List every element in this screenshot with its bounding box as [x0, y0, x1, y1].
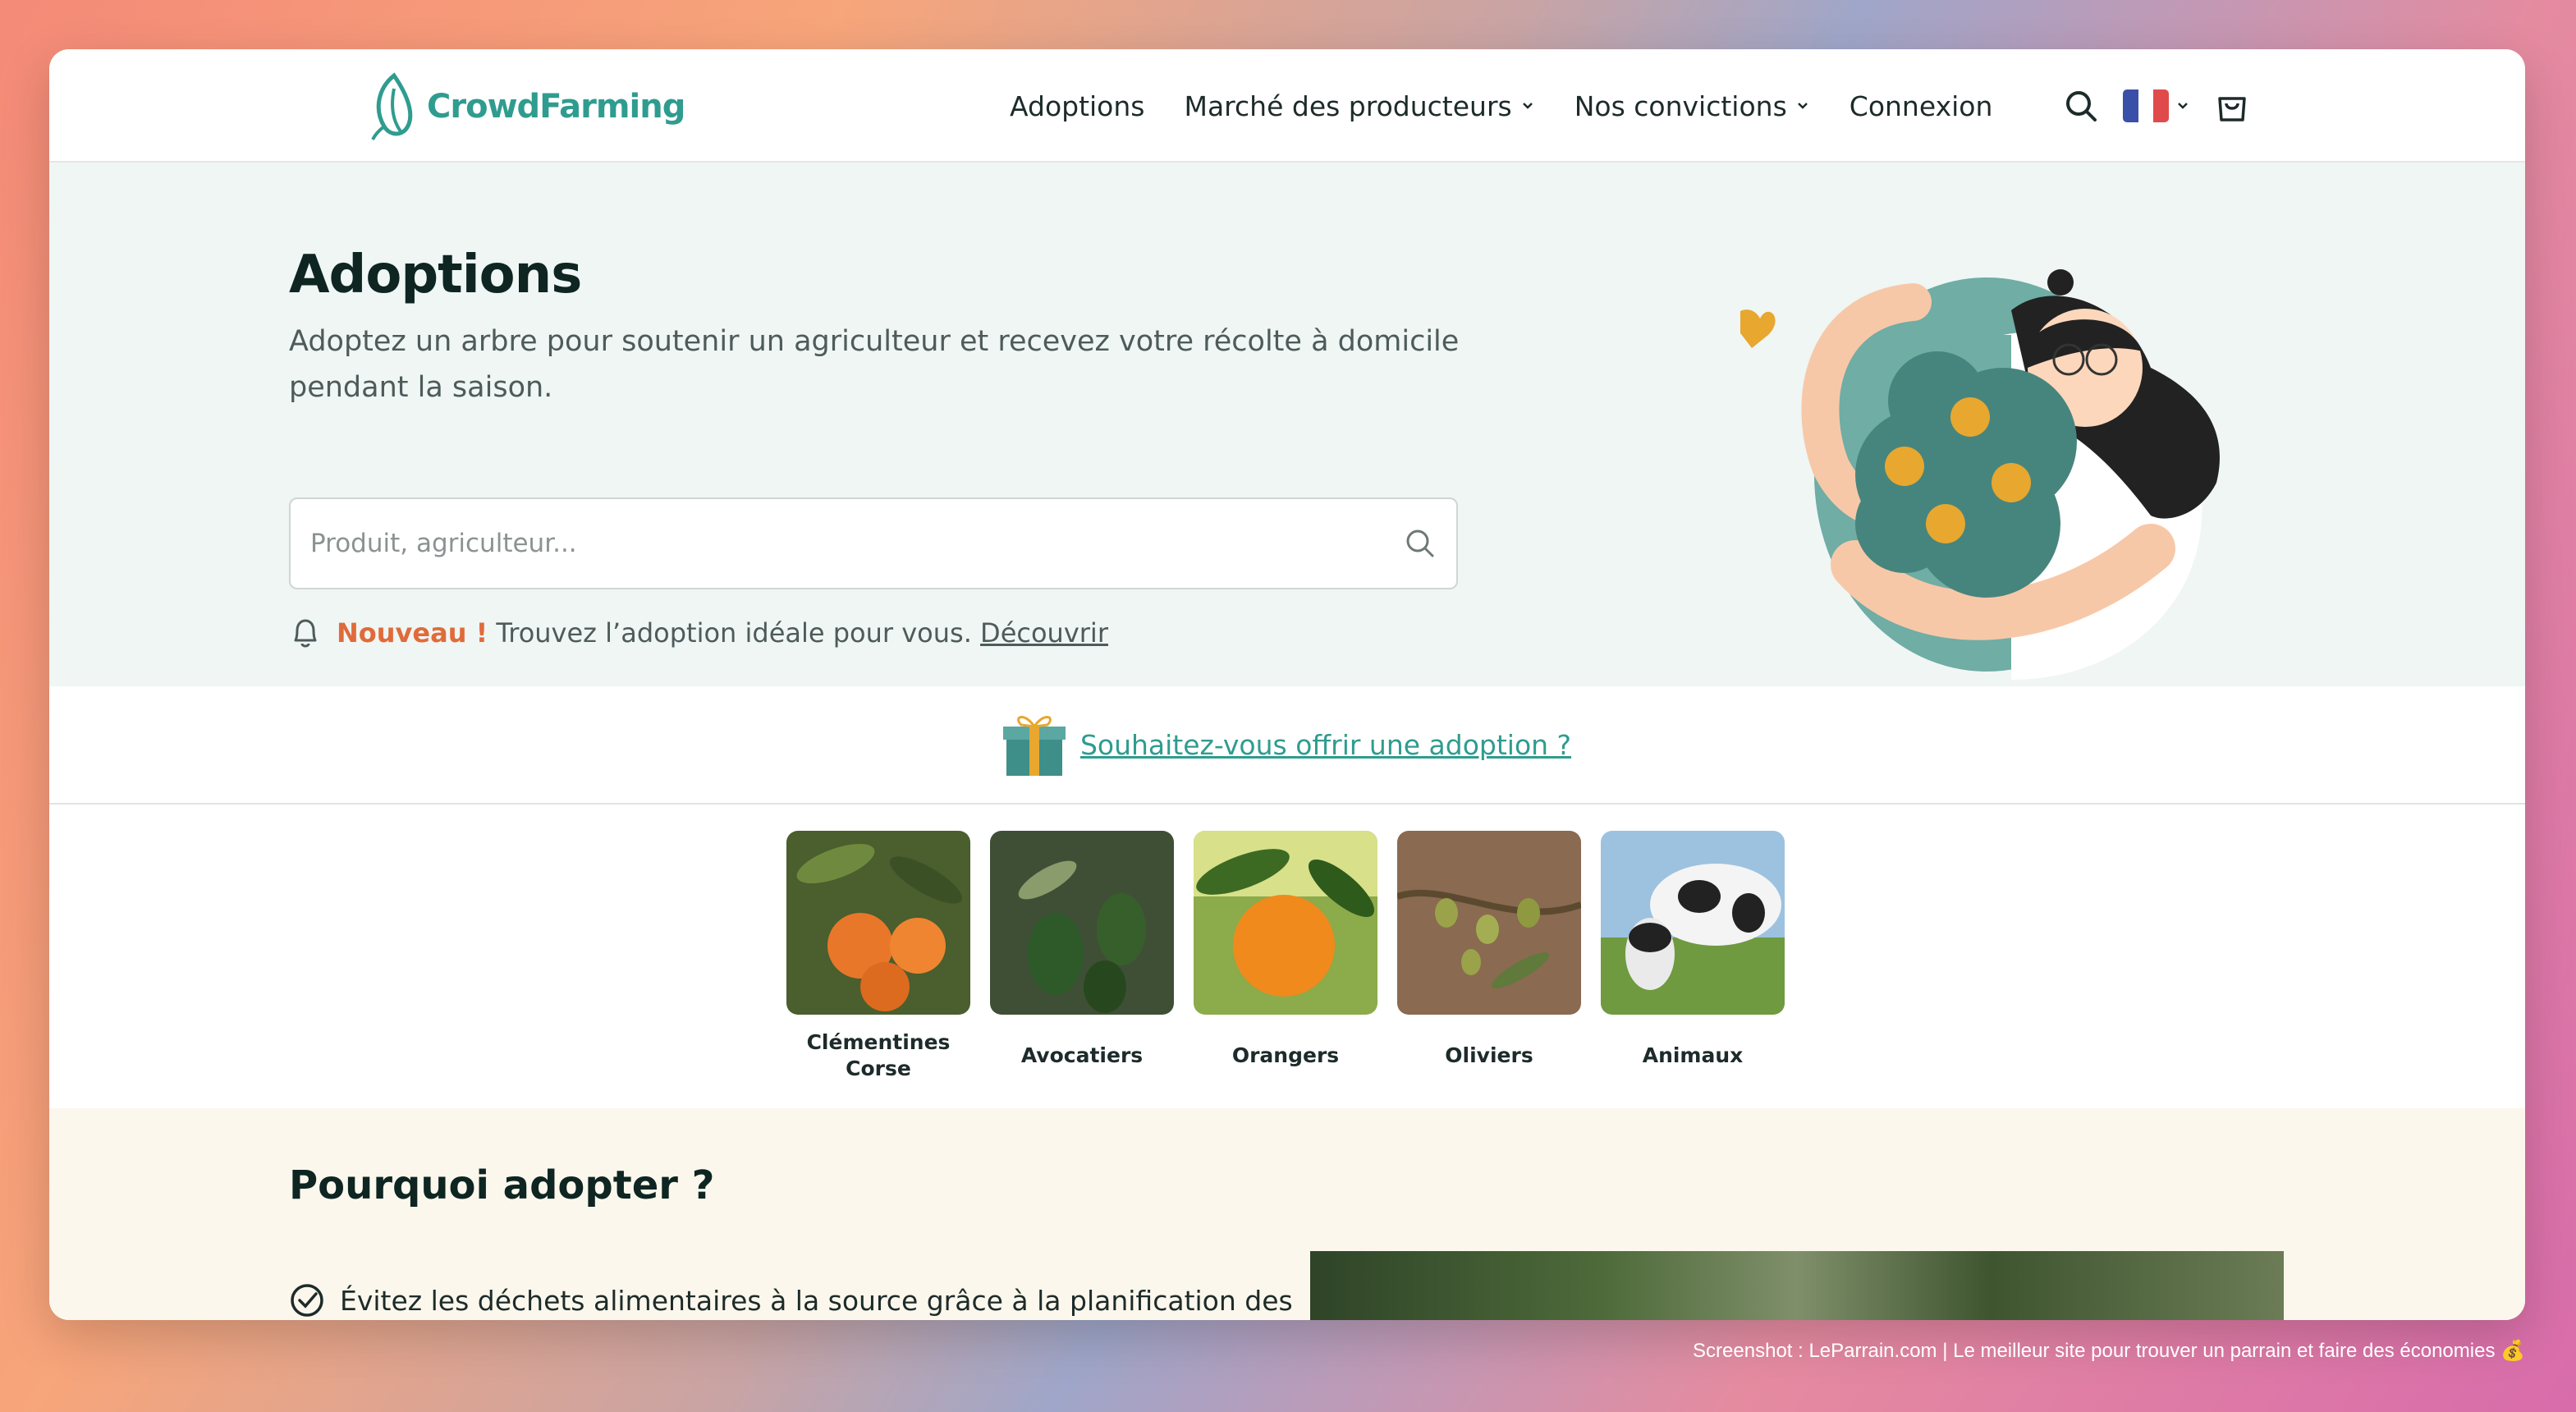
category-list: Clémentines Corse Avocatiers Orangers Ol…	[786, 831, 1785, 1082]
category-clementines[interactable]: Clémentines Corse	[786, 831, 970, 1082]
browser-window: CrowdFarming Adoptions Marché des produc…	[49, 49, 2525, 1320]
category-label: Orangers	[1231, 1043, 1340, 1067]
oranges-image	[1194, 831, 1377, 1015]
benefit-item: Évitez les déchets alimentaires à la sou…	[289, 1282, 1293, 1318]
discover-link[interactable]: Découvrir	[980, 617, 1108, 649]
nav-adoptions[interactable]: Adoptions	[1010, 90, 1144, 122]
screenshot-credit: Screenshot : LeParrain.com | Le meilleur…	[1693, 1340, 2525, 1362]
flag-fr-icon	[2123, 89, 2169, 122]
benefit-text: Évitez les déchets alimentaires à la sou…	[340, 1284, 1293, 1317]
nav-label: Marché des producteurs	[1184, 89, 1512, 122]
woman-hugging-tree-illustration	[1740, 269, 2220, 680]
leaf-logo-icon	[371, 72, 413, 140]
new-badge: Nouveau !	[337, 617, 488, 649]
logo[interactable]: CrowdFarming	[369, 69, 685, 144]
farm-photo	[1310, 1251, 2284, 1320]
new-feature-notice: Nouveau ! Trouvez l’adoption idéale pour…	[289, 616, 1108, 650]
category-label: Clémentines Corse	[806, 1030, 951, 1080]
section-title: Pourquoi adopter ?	[289, 1162, 715, 1208]
search-box	[289, 497, 1458, 589]
gift-icon	[1002, 716, 1066, 776]
chevron-down-icon	[1522, 103, 1533, 109]
bell-icon	[294, 619, 317, 648]
category-avocatiers[interactable]: Avocatiers	[990, 831, 1174, 1082]
why-adopt-section: Pourquoi adopter ? Évitez les déchets al…	[49, 1108, 2525, 1320]
notice-text: Trouvez l’adoption idéale pour vous.	[496, 617, 972, 649]
chevron-down-icon	[1797, 103, 1808, 109]
category-animaux[interactable]: Animaux	[1601, 831, 1785, 1082]
category-orangers[interactable]: Orangers	[1194, 831, 1377, 1082]
site-header: CrowdFarming Adoptions Marché des produc…	[49, 49, 2525, 163]
category-label: Oliviers	[1445, 1043, 1533, 1067]
clementines-image	[786, 831, 970, 1015]
nav-marche-producteurs[interactable]: Marché des producteurs	[1184, 90, 1534, 122]
avocados-image	[990, 831, 1174, 1015]
nav-label: Nos convictions	[1574, 89, 1787, 122]
nav-nos-convictions[interactable]: Nos convictions	[1574, 90, 1810, 122]
category-oliviers[interactable]: Oliviers	[1397, 831, 1581, 1082]
hero-section: Adoptions Adoptez un arbre pour soutenir…	[49, 163, 2525, 686]
hero-subtitle: Adoptez un arbre pour soutenir un agricu…	[289, 325, 1460, 404]
check-circle-icon	[291, 1284, 323, 1317]
chevron-down-icon	[2178, 103, 2188, 109]
main-nav: Adoptions Marché des producteurs Nos con…	[1010, 49, 1992, 163]
search-icon[interactable]	[1404, 527, 1437, 560]
header-icons	[2064, 49, 2249, 163]
language-selector[interactable]	[2123, 89, 2190, 122]
olives-image	[1397, 831, 1581, 1015]
search-icon[interactable]	[2064, 89, 2098, 123]
nav-label: Adoptions	[1010, 89, 1145, 122]
offer-adoption-link[interactable]: Souhaitez-vous offrir une adoption ?	[1080, 729, 1571, 761]
nav-label: Connexion	[1849, 89, 1993, 122]
category-label: Avocatiers	[1020, 1043, 1144, 1067]
category-label: Animaux	[1642, 1043, 1744, 1067]
logo-text: CrowdFarming	[427, 88, 685, 126]
nav-connexion[interactable]: Connexion	[1849, 90, 1993, 122]
gift-bar: Souhaitez-vous offrir une adoption ?	[49, 686, 2525, 805]
search-input[interactable]	[310, 529, 1404, 558]
cow-image	[1601, 831, 1785, 1015]
cart-icon[interactable]	[2215, 89, 2249, 123]
page-title: Adoptions	[289, 245, 582, 305]
